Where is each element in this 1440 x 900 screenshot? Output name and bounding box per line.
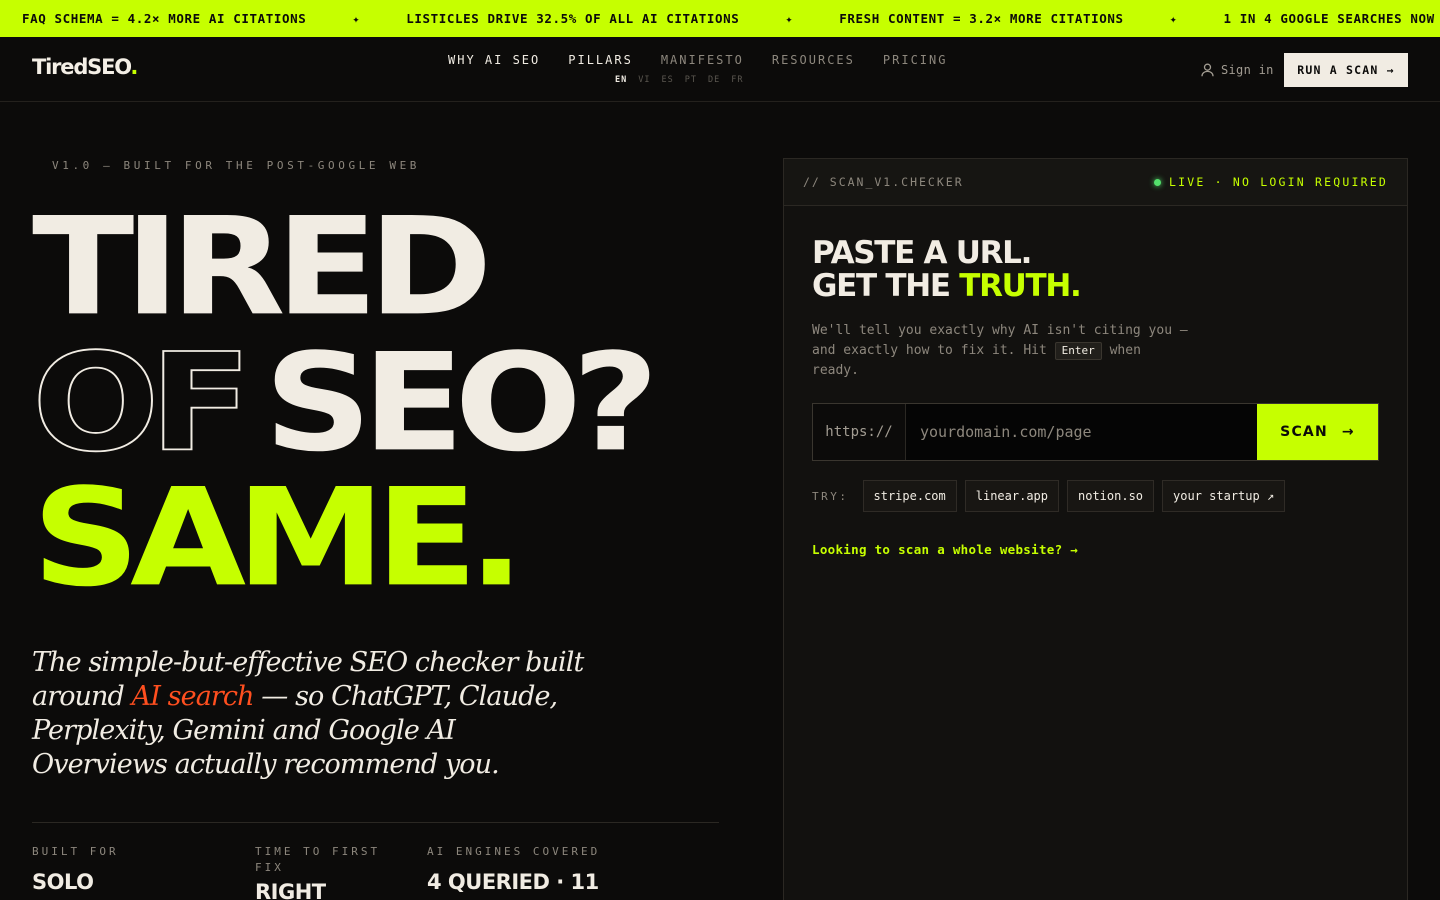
sign-in-link[interactable]: Sign in: [1201, 63, 1274, 77]
ticker-item: LISTICLES DRIVE 32.5% OF ALL AI CITATION…: [406, 11, 740, 26]
top-nav: TiredSEO. WHY AI SEO PILLARS MANIFESTO R…: [0, 37, 1440, 102]
stats-divider: [32, 822, 719, 823]
stat-label: AI ENGINES COVERED: [427, 845, 601, 858]
example-urls: TRY: stripe.com linear.app notion.so you…: [812, 480, 1286, 512]
sparkle-icon: ✦: [352, 12, 361, 26]
card-title-line-1: PASTE A URL.: [812, 235, 1032, 271]
scan-button[interactable]: SCAN →: [1257, 404, 1378, 460]
lang-fr[interactable]: FR: [731, 75, 743, 85]
sparkle-icon: ✦: [785, 12, 794, 26]
announcement-ticker: FAQ SCHEMA = 4.2× MORE AI CITATIONS ✦ LIST…: [0, 0, 1440, 37]
nav-link-resources[interactable]: RESOURCES: [772, 53, 855, 67]
lang-en[interactable]: EN: [615, 75, 627, 85]
main-menu: WHY AI SEO PILLARS MANIFESTO RESOURCES P…: [448, 53, 947, 67]
live-dot-icon: [1154, 178, 1162, 186]
url-input[interactable]: [906, 404, 1257, 460]
lead-accent: AI search: [131, 681, 255, 712]
hero-lead: The simple-but-effective SEO checker bui…: [32, 646, 592, 782]
ticker-item: FAQ SCHEMA = 4.2× MORE AI CITATIONS: [22, 11, 307, 26]
lang-es[interactable]: ES: [662, 75, 674, 85]
sign-in-label: Sign in: [1221, 63, 1274, 77]
headline-solid-word: SEO?: [263, 325, 659, 482]
stat-ai-engines: AI ENGINES COVERED 4 QUERIED · 11: [427, 844, 600, 894]
sparkle-icon: ✦: [1169, 12, 1178, 26]
logo-text: TiredSEO: [32, 55, 132, 79]
stat-built-for: BUILT FOR SOLO: [32, 844, 119, 894]
live-label: LIVE · NO LOGIN REQUIRED: [1169, 175, 1388, 189]
nav-link-pillars[interactable]: PILLARS: [568, 53, 633, 67]
arrow-right-icon: →: [1341, 424, 1355, 440]
user-icon: [1201, 63, 1214, 77]
url-prefix: https://: [813, 404, 906, 460]
headline-line-3: SAME.: [32, 460, 525, 617]
nav-link-why-ai-seo[interactable]: WHY AI SEO: [448, 53, 540, 67]
headline-line-1: TIRED: [32, 189, 493, 346]
stat-label: BUILT FOR: [32, 845, 119, 858]
run-scan-button[interactable]: RUN A SCAN →: [1284, 53, 1408, 87]
ticker-item: 1 IN 4 GOOGLE SEARCHES NOW: [1223, 11, 1435, 26]
whole-website-scan-link[interactable]: Looking to scan a whole website? →: [812, 542, 1078, 557]
logo-dot: .: [130, 55, 138, 79]
card-description: We'll tell you exactly why AI isn't citi…: [812, 321, 1192, 381]
card-title-highlight: TRUTH.: [959, 268, 1082, 304]
live-status: LIVE · NO LOGIN REQUIRED: [1154, 175, 1388, 189]
logo[interactable]: TiredSEO.: [32, 55, 138, 79]
card-title: PASTE A URL. GET THE TRUTH.: [812, 235, 1082, 304]
enter-key-hint: Enter: [1054, 342, 1102, 360]
example-chip-notion[interactable]: notion.so: [1067, 480, 1155, 512]
stat-time-to-first-fix: TIME TO FIRST FIX RIGHT: [255, 844, 385, 900]
scan-button-label: SCAN: [1280, 424, 1328, 440]
headline-line-2: OF SEO?: [31, 335, 659, 472]
try-label: TRY:: [812, 489, 849, 503]
card-header-title: // SCAN_V1.CHECKER: [803, 175, 964, 189]
example-chip-linear[interactable]: linear.app: [964, 480, 1059, 512]
card-title-line-2: GET THE: [812, 268, 960, 304]
lang-de[interactable]: DE: [708, 75, 720, 85]
version-eyebrow: V1.0 — BUILT FOR THE POST-GOOGLE WEB: [52, 159, 421, 172]
language-switcher: EN VI ES PT DE FR: [615, 75, 744, 85]
lang-vi[interactable]: VI: [638, 75, 650, 85]
stat-value: RIGHT: [255, 880, 326, 900]
lang-pt[interactable]: PT: [685, 75, 697, 85]
scan-checker-card: // SCAN_V1.CHECKER LIVE · NO LOGIN REQUI…: [783, 158, 1408, 900]
nav-link-pricing[interactable]: PRICING: [883, 53, 948, 67]
ticker-item: FRESH CONTENT = 3.2× MORE CITATIONS: [839, 11, 1124, 26]
stat-label: TIME TO FIRST FIX: [255, 845, 381, 874]
example-chip-your-startup[interactable]: your startup ↗: [1162, 480, 1286, 512]
stat-value: 4 QUERIED · 11: [427, 870, 599, 894]
stat-value: SOLO: [32, 870, 94, 894]
example-chip-stripe[interactable]: stripe.com: [862, 480, 957, 512]
headline-outline-word: OF: [31, 325, 253, 482]
nav-link-manifesto[interactable]: MANIFESTO: [661, 53, 744, 67]
url-form: https:// SCAN →: [812, 403, 1379, 461]
card-header: // SCAN_V1.CHECKER LIVE · NO LOGIN REQUI…: [784, 159, 1407, 206]
